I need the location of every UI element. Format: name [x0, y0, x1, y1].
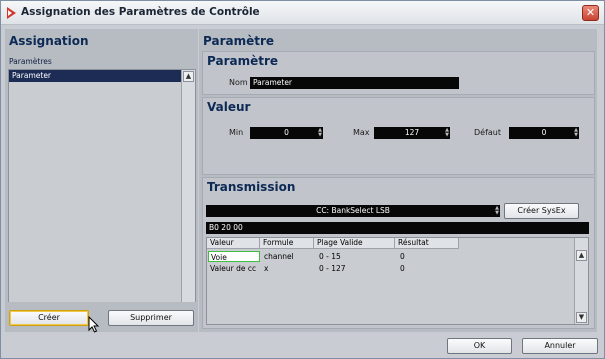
- assignment-title: Assignation: [9, 34, 89, 48]
- parameters-list[interactable]: Parameter ▲ ▼: [8, 69, 196, 325]
- table-cell-selected[interactable]: Voie: [208, 251, 260, 262]
- close-button[interactable]: ✕: [582, 5, 599, 21]
- table-cell[interactable]: 0: [398, 251, 458, 262]
- name-field[interactable]: Parameter: [250, 77, 459, 89]
- parameter-panel: Paramètre Paramètre Nom Parameter Valeur…: [199, 29, 597, 332]
- dialog-window: Assignation des Paramètres de Contrôle ✕…: [0, 0, 605, 359]
- scroll-up-icon[interactable]: ▲: [576, 250, 587, 261]
- mouse-cursor-icon: [88, 316, 100, 333]
- max-value: 127: [404, 128, 420, 137]
- spin-arrows-icon[interactable]: ▲ ▼: [445, 128, 449, 138]
- cancel-button[interactable]: Annuler: [522, 338, 598, 354]
- default-value: 0: [541, 128, 547, 137]
- column-header-formula[interactable]: Formule: [260, 238, 314, 249]
- create-button[interactable]: Créer: [9, 310, 89, 326]
- create-sysex-button[interactable]: Créer SysEx: [504, 203, 579, 219]
- assignment-buttons: Créer Supprimer: [5, 302, 198, 332]
- value-group: Valeur Min 0 ▲ ▼ Max 127 ▲ ▼ Défaut 0 ▲ ▼: [202, 97, 595, 175]
- transmission-group-title: Transmission: [207, 180, 296, 194]
- ok-button[interactable]: OK: [447, 338, 512, 354]
- max-label: Max: [353, 128, 370, 137]
- table-cell[interactable]: 0 - 15: [317, 251, 393, 262]
- delete-button[interactable]: Supprimer: [108, 310, 194, 326]
- table-cell[interactable]: channel: [262, 251, 312, 262]
- table-scrollbar[interactable]: ▲ ▼: [574, 238, 588, 324]
- column-header-valid-range[interactable]: Plage Valide: [314, 238, 395, 249]
- table-cell[interactable]: x: [262, 263, 312, 274]
- hex-bytes-field[interactable]: B0 20 00: [206, 222, 589, 234]
- spin-arrows-icon[interactable]: ▲ ▼: [318, 128, 322, 138]
- list-scrollbar[interactable]: ▲ ▼: [181, 70, 195, 324]
- list-item[interactable]: Parameter: [9, 70, 181, 82]
- default-field[interactable]: 0 ▲ ▼: [509, 127, 579, 139]
- parameter-group-title: Paramètre: [207, 54, 279, 68]
- min-label: Min: [229, 128, 244, 137]
- transmission-group: Transmission CC: BankSelect LSB ▲ ▼ Créer…: [202, 177, 595, 329]
- max-field[interactable]: 127 ▲ ▼: [374, 127, 450, 139]
- min-value: 0: [284, 128, 289, 137]
- spin-arrows-icon[interactable]: ▲ ▼: [574, 128, 578, 138]
- assignment-panel: Assignation Paramètres Parameter ▲ ▼: [5, 29, 198, 332]
- window-title: Assignation des Paramètres de Contrôle: [21, 6, 260, 18]
- message-type-select[interactable]: CC: BankSelect LSB ▲ ▼: [206, 205, 500, 217]
- column-header-result[interactable]: Résultat: [395, 238, 459, 249]
- table-cell[interactable]: Valeur de cc: [208, 263, 260, 274]
- name-label: Nom: [229, 78, 248, 87]
- parameter-panel-title: Paramètre: [203, 34, 275, 48]
- table-cell[interactable]: 0 - 127: [317, 263, 393, 274]
- default-label: Défaut: [474, 128, 502, 137]
- message-type-value: CC: BankSelect LSB: [316, 206, 390, 215]
- table-cell[interactable]: 0: [398, 263, 458, 274]
- dropdown-arrows-icon[interactable]: ▲ ▼: [495, 206, 499, 216]
- scroll-down-icon[interactable]: ▼: [576, 312, 587, 323]
- title-bar[interactable]: Assignation des Paramètres de Contrôle ✕: [1, 1, 604, 25]
- app-logo-icon: [7, 7, 16, 19]
- parameter-group: Paramètre Nom Parameter: [202, 51, 595, 95]
- column-header-value[interactable]: Valeur: [207, 238, 260, 249]
- scroll-up-icon[interactable]: ▲: [183, 71, 194, 82]
- parameters-list-label: Paramètres: [9, 57, 52, 66]
- min-field[interactable]: 0 ▲ ▼: [250, 127, 323, 139]
- formula-table[interactable]: Valeur Formule Plage Valide Résultat Voi…: [206, 237, 589, 325]
- value-group-title: Valeur: [207, 100, 251, 114]
